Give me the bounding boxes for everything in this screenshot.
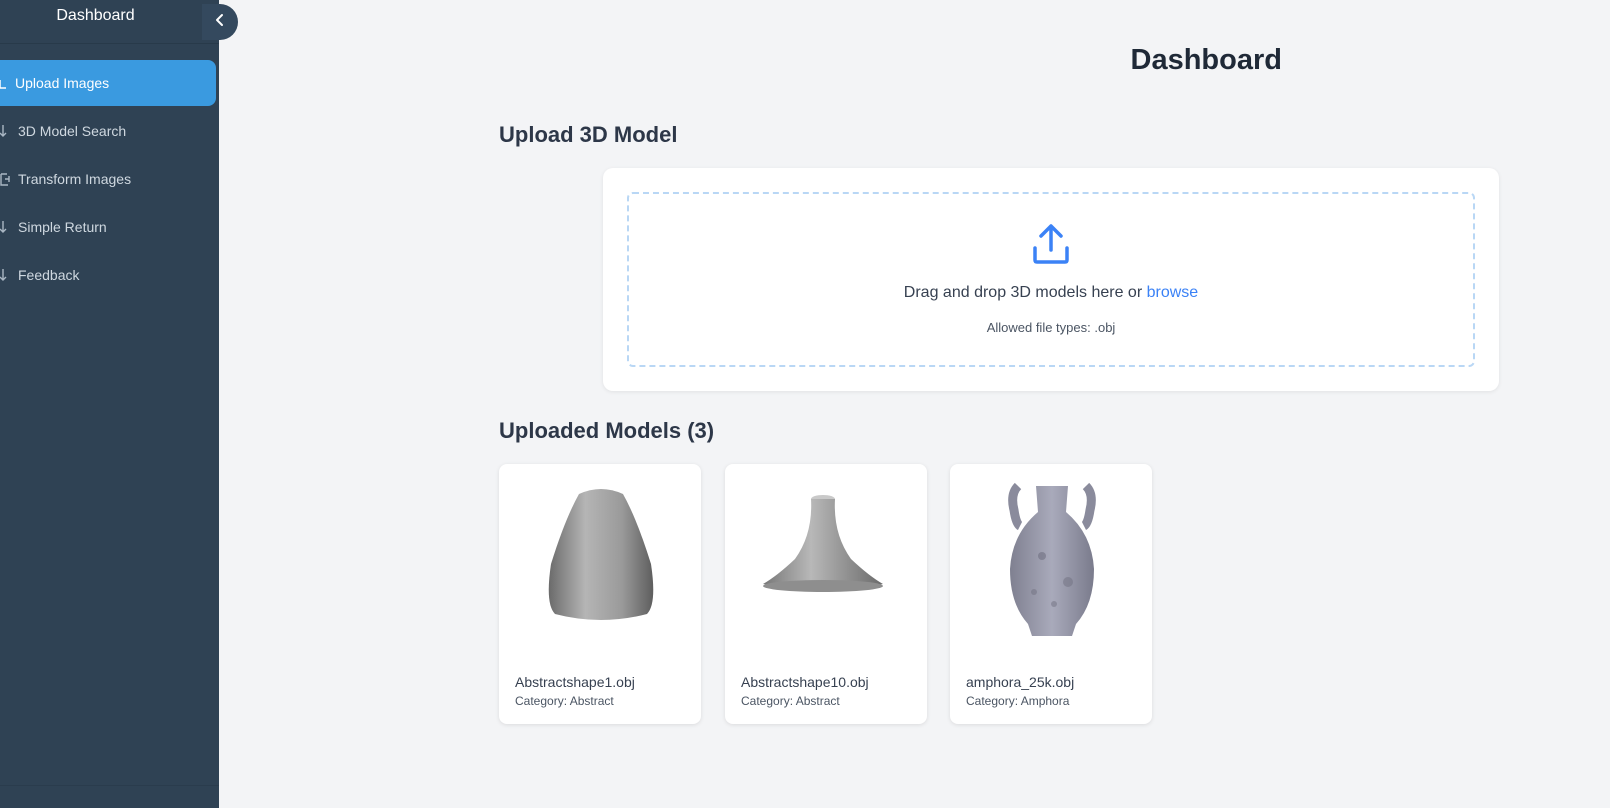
- browse-link[interactable]: browse: [1147, 284, 1199, 301]
- model-card[interactable]: Abstractshape1.obj Category: Abstract: [499, 464, 701, 724]
- drop-instructions: Drag and drop 3D models here or browse: [904, 284, 1198, 302]
- arrow-icon: [0, 268, 18, 282]
- model-thumbnail: [548, 489, 654, 620]
- sidebar-nav: Upload Images 3D Model Search Transform …: [0, 60, 219, 298]
- model-category: Category: Amphora: [966, 694, 1070, 708]
- model-name: Abstractshape1.obj: [515, 674, 635, 690]
- model-thumbnail: [763, 495, 883, 592]
- model-name: amphora_25k.obj: [966, 674, 1075, 690]
- allowed-file-types: Allowed file types: .obj: [986, 320, 1116, 335]
- arrow-icon: [0, 124, 18, 138]
- transform-icon: [0, 171, 18, 187]
- sidebar-item-transform-images[interactable]: Transform Images: [0, 156, 216, 202]
- model-category: Category: Abstract: [741, 694, 840, 708]
- main-content: Dashboard Upload 3D Model Drag and drop …: [219, 0, 1610, 808]
- sidebar-title: Dashboard: [56, 6, 135, 24]
- sidebar-item-label: Feedback: [18, 267, 80, 283]
- page-title: Dashboard: [1130, 44, 1282, 76]
- model-thumbnail: [1008, 482, 1096, 636]
- arrow-icon: [0, 220, 18, 234]
- sidebar-item-label: Upload Images: [15, 75, 110, 91]
- uploaded-models-title: Uploaded Models (3): [499, 418, 715, 443]
- sidebar-item-upload-images[interactable]: Upload Images: [0, 60, 216, 106]
- upload-icon: [0, 76, 15, 90]
- model-card[interactable]: amphora_25k.obj Category: Amphora: [950, 464, 1152, 724]
- drop-text: Drag and drop 3D models here or: [903, 284, 1143, 301]
- sidebar-item-simple-return[interactable]: Simple Return: [0, 204, 216, 250]
- sidebar-header: Dashboard: [0, 0, 219, 44]
- dropzone[interactable]: Drag and drop 3D models here or browse A…: [627, 192, 1475, 367]
- model-card[interactable]: Abstractshape10.obj Category: Abstract: [725, 464, 927, 724]
- sidebar-divider: [0, 785, 219, 786]
- model-category: Category: Abstract: [515, 694, 614, 708]
- model-name: Abstractshape10.obj: [741, 674, 869, 690]
- sidebar-item-3d-model-search[interactable]: 3D Model Search: [0, 108, 216, 154]
- upload-section-title: Upload 3D Model: [499, 122, 678, 147]
- sidebar: Dashboard Upload Images 3D Model Search …: [0, 0, 219, 808]
- sidebar-item-label: Simple Return: [18, 219, 107, 235]
- sidebar-item-label: Transform Images: [18, 171, 132, 187]
- sidebar-item-feedback[interactable]: Feedback: [0, 252, 216, 298]
- upload-icon: [1029, 222, 1073, 266]
- upload-card: Drag and drop 3D models here or browse A…: [603, 168, 1499, 391]
- sidebar-item-label: 3D Model Search: [18, 123, 127, 139]
